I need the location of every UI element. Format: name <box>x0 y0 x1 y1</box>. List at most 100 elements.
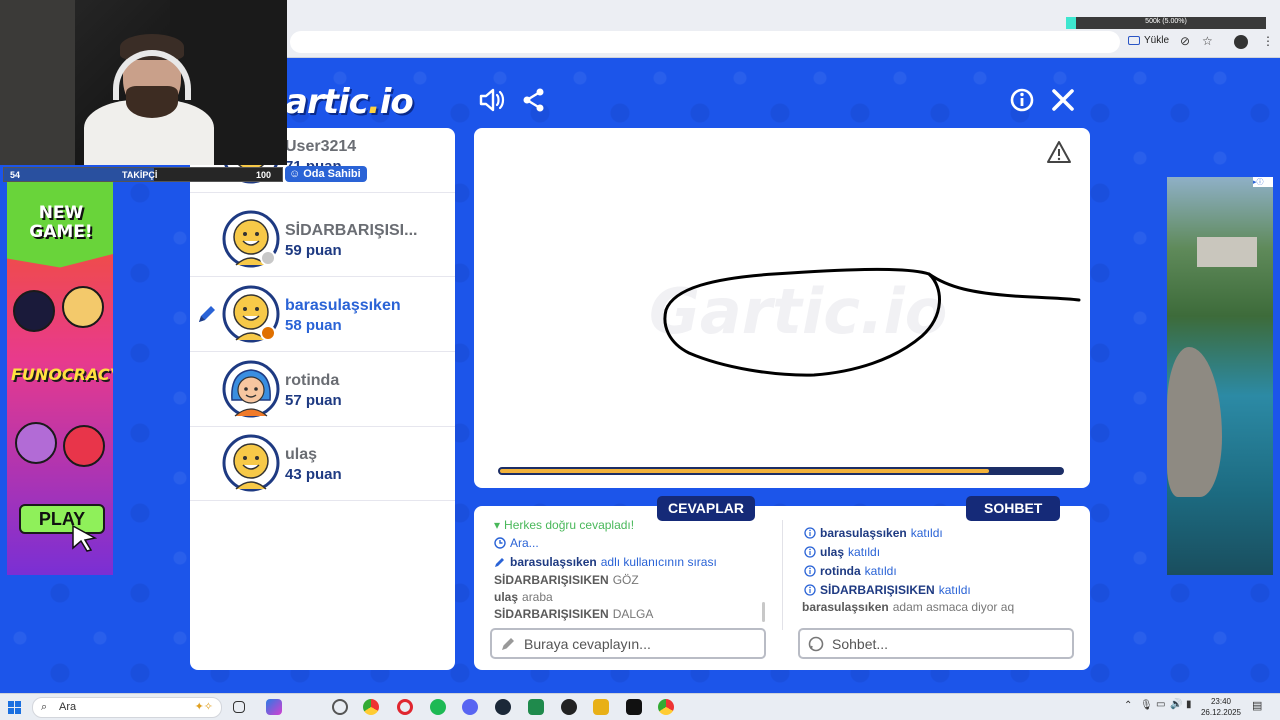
upload-button[interactable]: Yükle <box>1128 35 1169 46</box>
copilot-app-icon[interactable] <box>266 699 282 715</box>
ad-brand: FUNOCRACY <box>11 365 113 384</box>
report-warning-icon[interactable] <box>1046 140 1072 164</box>
player-points: 58 puan <box>285 317 342 334</box>
copilot-sparkle-icon: ✦✧ <box>194 701 213 713</box>
obs-stats-text: 500k (5.00%) <box>1145 18 1187 25</box>
windows-taskbar: ⌕ Ara ✦✧ ⌃ 🎙 ▭ 🔊 ▮ 23:40 26.12.2025 ▤ <box>0 693 1280 720</box>
pencil-icon <box>199 306 215 322</box>
obs-stats-bar: 500k (5.00%) <box>1066 17 1266 29</box>
player-row[interactable]: SİDARBARIŞISI... 59 puan <box>190 202 455 277</box>
info-icon <box>804 565 816 577</box>
answers-message: ulaş araba <box>494 590 553 604</box>
answer-input[interactable]: Buraya cevaplayın... <box>490 628 766 659</box>
check-icon: ▾ <box>494 518 501 532</box>
network-icon[interactable]: ▭ <box>1156 699 1165 710</box>
answers-chat-panel: ▾ Herkes doğru cevapladı! Ara... barasul… <box>474 506 1090 670</box>
rockstar-app-icon[interactable] <box>593 699 609 715</box>
players-panel: User3214 71 puan ☺ Oda Sahibi SİDARBARIŞ… <box>190 128 455 670</box>
info-icon <box>804 527 816 539</box>
chat-message: barasulaşsıken adam asmaca diyor aq <box>802 600 1015 614</box>
tab-answers[interactable]: CEVAPLAR <box>657 496 755 521</box>
ad-hotel-building <box>1197 237 1257 267</box>
settings-app-icon[interactable] <box>332 699 348 715</box>
cartoon-monster-icon <box>15 422 57 464</box>
chat-bubble-icon <box>808 636 824 651</box>
answers-scrollbar[interactable] <box>762 602 765 622</box>
notifications-icon[interactable]: ▤ <box>1252 699 1262 712</box>
pencil-icon <box>502 637 514 650</box>
app-icon[interactable] <box>528 699 544 715</box>
taskbar-clock[interactable]: 23:40 26.12.2025 <box>1200 696 1242 718</box>
capcut-app-icon[interactable] <box>626 699 642 715</box>
tab-chat[interactable]: SOHBET <box>966 496 1061 521</box>
girl-avatar-icon <box>222 360 280 418</box>
info-icon <box>804 584 816 596</box>
cartoon-face-icon <box>62 286 104 328</box>
battery-icon[interactable]: ▮ <box>1186 699 1192 710</box>
volume-icon[interactable]: 🔊 <box>1170 699 1182 710</box>
steam-app-icon[interactable] <box>495 699 511 715</box>
player-status-dot <box>260 325 276 341</box>
info-icon[interactable] <box>1008 86 1036 114</box>
share-icon[interactable] <box>520 86 548 114</box>
ad-headline: NEW GAME! <box>29 203 93 242</box>
windows-start-icon[interactable] <box>8 701 21 714</box>
ad-banner-right[interactable]: ▸ⓘ <box>1167 177 1273 575</box>
player-points: 57 puan <box>285 392 342 409</box>
menu-kebab-icon[interactable]: ⋮ <box>1262 34 1274 48</box>
sound-icon[interactable] <box>478 86 506 114</box>
player-points: 43 puan <box>285 466 342 483</box>
watermark-logo: Gartic.io <box>649 275 947 348</box>
thumbs-up-icon <box>13 290 55 332</box>
smiley-avatar-icon <box>222 434 280 492</box>
task-view-icon[interactable] <box>233 701 245 713</box>
answers-message: Ara... <box>494 536 539 550</box>
player-name: ulaş <box>285 446 318 463</box>
close-icon[interactable] <box>1049 86 1077 114</box>
webcam-overlay <box>0 0 287 165</box>
chrome-app-icon[interactable] <box>363 699 379 715</box>
star-icon[interactable]: ☆ <box>1202 34 1213 48</box>
owner-smiley-icon: ☺ <box>289 168 301 180</box>
ad-coast-rock <box>1167 347 1222 497</box>
discord-app-icon[interactable] <box>462 699 478 715</box>
obs-app-icon[interactable] <box>561 699 577 715</box>
pencil-icon <box>495 558 504 567</box>
tray-chevron-icon[interactable]: ⌃ <box>1124 700 1132 711</box>
search-icon: ⌕ <box>41 701 48 713</box>
player-name: SİDARBARIŞISI... <box>285 222 418 239</box>
ad-banner-left[interactable]: NEW GAME! FUNOCRACY PLAY <box>7 182 113 575</box>
webcam-background-door <box>0 0 75 165</box>
answers-message: ▾ Herkes doğru cevapladı! <box>494 518 635 532</box>
upload-icon <box>1128 36 1140 45</box>
gartic-logo: artic.io <box>285 82 414 122</box>
round-timer-bar <box>498 467 1064 475</box>
angry-face-icon <box>63 425 105 467</box>
round-timer-fill <box>500 469 989 473</box>
eye-off-icon[interactable]: ⊘ <box>1180 34 1190 48</box>
answers-message: barasulaşsıken adlı kullanıcının sırası <box>494 555 717 569</box>
player-row[interactable]: ulaş 43 puan <box>190 426 455 501</box>
upload-label: Yükle <box>1144 35 1170 46</box>
player-row[interactable]: rotinda 57 puan <box>190 352 455 427</box>
chat-input[interactable]: Sohbet... <box>798 628 1074 659</box>
taskbar-search[interactable]: ⌕ Ara ✦✧ <box>32 697 222 718</box>
address-bar[interactable] <box>290 31 1120 53</box>
canvas-drawing: Gartic.io <box>649 267 1081 377</box>
player-points: 59 puan <box>285 242 342 259</box>
microphone-icon[interactable]: 🎙 <box>1140 700 1153 711</box>
clock-icon <box>494 537 506 549</box>
player-name: User3214 <box>285 138 357 155</box>
player-row-current-drawer[interactable]: barasulaşsıken 58 puan <box>190 277 455 352</box>
chrome-app-icon-2[interactable] <box>658 699 674 715</box>
spotify-app-icon[interactable] <box>430 699 446 715</box>
info-icon <box>804 546 816 558</box>
panel-divider <box>782 520 783 630</box>
chat-message: rotinda katıldı <box>804 564 897 578</box>
follower-count: 54 <box>10 169 21 180</box>
ad-choices-icon[interactable]: ▸ⓘ <box>1253 177 1273 187</box>
opera-app-icon[interactable] <box>397 699 413 715</box>
profile-avatar[interactable] <box>1234 35 1248 49</box>
drawing-canvas[interactable]: Gartic.io <box>474 128 1090 488</box>
follower-goal-bar: 54 TAKİPÇİ 100 <box>3 167 283 182</box>
